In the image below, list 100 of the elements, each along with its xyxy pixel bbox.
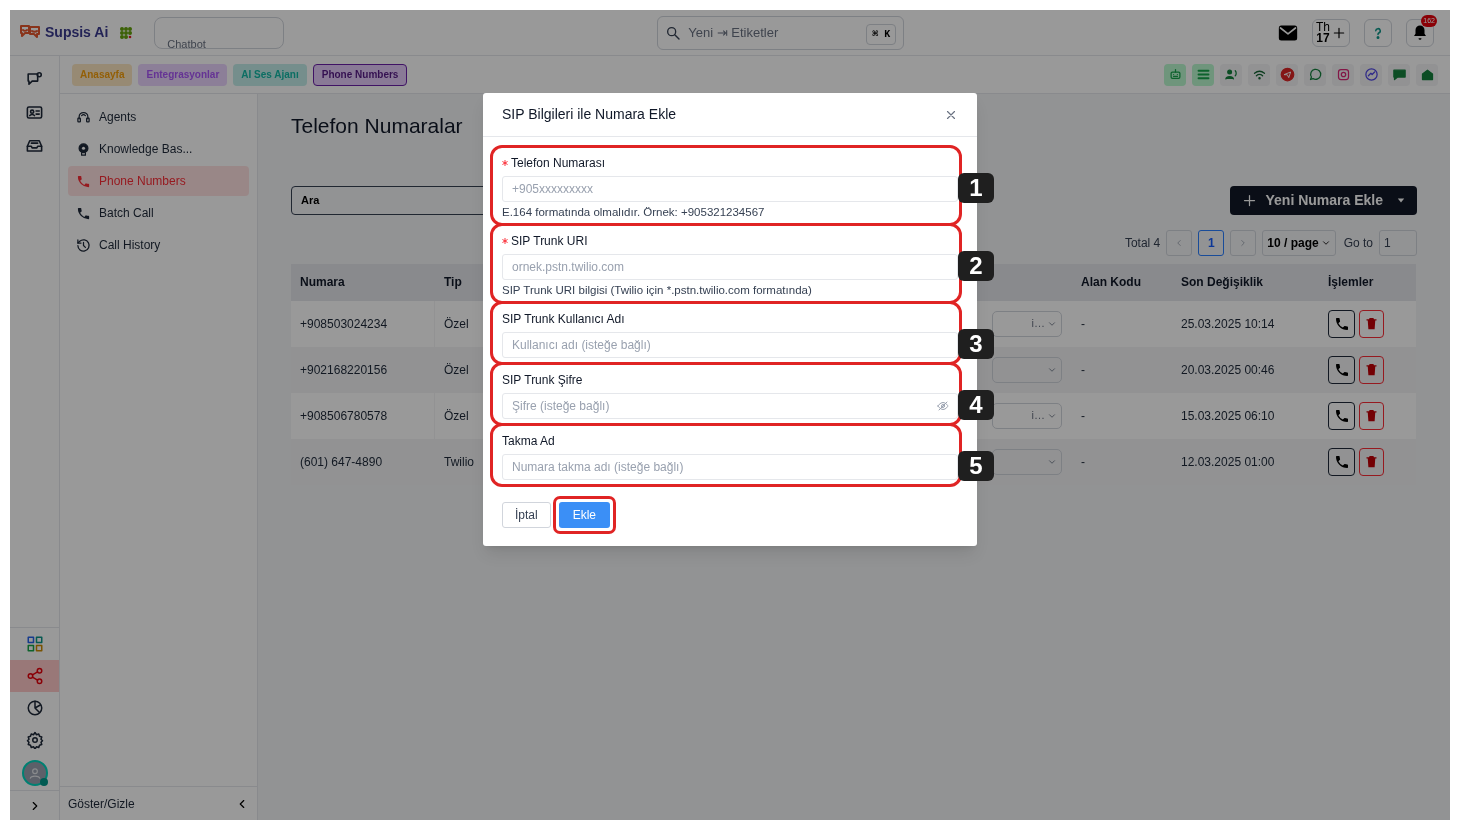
phone-icon bbox=[1333, 407, 1350, 424]
input-field[interactable]: +905xxxxxxxxx bbox=[502, 176, 958, 202]
robot-icon[interactable] bbox=[1167, 67, 1183, 82]
chat-bolt-icon[interactable] bbox=[1363, 67, 1379, 82]
page-button[interactable]: 1 bbox=[1198, 229, 1225, 256]
table-cell-text: 25.03.2025 10:14 bbox=[1180, 315, 1276, 333]
workspace-label: Chatbot bbox=[167, 37, 206, 48]
column-header: Son Değişiklik bbox=[1181, 274, 1264, 291]
add-button[interactable]: Ekle bbox=[558, 502, 611, 528]
trash-icon bbox=[1364, 408, 1379, 423]
step-number: 3 bbox=[958, 329, 994, 359]
phone-icon bbox=[1333, 453, 1350, 470]
table-cell-text: 20.03.2025 00:46 bbox=[1180, 361, 1276, 379]
table-cell-text: Özel bbox=[444, 407, 469, 425]
field-label: Takma Ad bbox=[502, 433, 555, 450]
table-cell-text: Twilio bbox=[444, 453, 474, 471]
caret-icon bbox=[1397, 196, 1405, 204]
plus-icon bbox=[1242, 192, 1258, 208]
sms-bubble-icon[interactable] bbox=[1391, 67, 1407, 82]
sidebar-item[interactable]: Agents bbox=[68, 102, 249, 132]
input-field[interactable]: ornek.pstn.twilio.com bbox=[502, 254, 958, 280]
password-field[interactable]: Şifre (isteğe bağlı) bbox=[502, 393, 958, 419]
camera-square-icon[interactable] bbox=[1335, 67, 1351, 82]
headset-icon bbox=[76, 109, 91, 125]
goto-label: Go to bbox=[1343, 234, 1373, 252]
table-cell-text: - bbox=[1080, 453, 1086, 471]
voice-user-icon[interactable] bbox=[1223, 67, 1239, 82]
phone-icon bbox=[1333, 361, 1350, 378]
user-avatar[interactable] bbox=[21, 760, 48, 786]
sidebar-item[interactable]: Batch Call bbox=[68, 198, 249, 228]
list-icon[interactable] bbox=[1195, 67, 1211, 82]
trash-icon bbox=[1364, 454, 1379, 469]
step-number: 2 bbox=[958, 251, 994, 281]
sidebar-item[interactable]: Phone Numbers bbox=[68, 166, 249, 196]
contact-card-icon[interactable] bbox=[25, 103, 44, 122]
eye-off-icon[interactable] bbox=[937, 400, 949, 412]
date-label: 17 bbox=[1316, 32, 1330, 44]
apps-grid-icon[interactable] bbox=[118, 24, 135, 41]
table-cell-text: - bbox=[1080, 407, 1086, 425]
input-field[interactable]: Numara takma adı (isteğe bağlı) bbox=[502, 454, 958, 480]
field-label: SIP Trunk URI bbox=[511, 233, 588, 250]
delete-button[interactable] bbox=[1359, 309, 1384, 338]
settings-icon bbox=[25, 731, 44, 749]
table-cell-text: 15.03.2025 06:10 bbox=[1180, 407, 1276, 425]
paper-plane-icon[interactable] bbox=[1279, 67, 1295, 82]
dialog-title: SIP Bilgileri ile Numara Ekle bbox=[502, 105, 677, 124]
page-title: Telefon Numaralar bbox=[291, 113, 463, 139]
call-button[interactable] bbox=[1328, 355, 1355, 384]
input-field[interactable]: Kullanıcı adı (isteğe bağlı) bbox=[502, 332, 958, 358]
help-button[interactable] bbox=[1364, 18, 1392, 47]
plus-icon bbox=[1332, 25, 1346, 40]
trash-icon bbox=[1364, 362, 1379, 377]
field-label: Telefon Numarası bbox=[511, 155, 606, 172]
table-cell-text: Özel bbox=[444, 315, 469, 333]
history-icon bbox=[76, 237, 91, 253]
step-number: 4 bbox=[958, 390, 994, 420]
phone-icon bbox=[76, 173, 91, 189]
column-header: Alan Kodu bbox=[1081, 274, 1141, 291]
step-number: 1 bbox=[958, 173, 994, 203]
shortcut-key: ⌘ K bbox=[866, 23, 897, 45]
head-bulb-icon bbox=[76, 141, 91, 157]
trash-icon bbox=[1364, 316, 1379, 331]
brand-logo[interactable]: Supsis Ai bbox=[18, 20, 109, 45]
field-help: SIP Trunk URI bilgisi (Twilio için *.pstn.twilio.com formatında) bbox=[502, 283, 813, 297]
workspace-selector[interactable]: Chatbot bbox=[154, 16, 285, 49]
delete-button[interactable] bbox=[1359, 401, 1384, 430]
call-button[interactable] bbox=[1328, 447, 1355, 476]
table-cell: +902168220156 bbox=[291, 346, 435, 393]
delete-button[interactable] bbox=[1359, 355, 1384, 384]
field-label: SIP Trunk Şifre bbox=[502, 372, 583, 389]
column-header: Tip bbox=[444, 274, 462, 291]
call-button[interactable] bbox=[1328, 309, 1355, 338]
table-cell: (601) 647-4890 bbox=[291, 438, 435, 485]
goto-field[interactable]: 1 bbox=[1379, 229, 1417, 256]
select-field[interactable]: i… bbox=[992, 310, 1062, 337]
table-cell: +908506780578 bbox=[291, 392, 435, 439]
table-cell-text: Özel bbox=[444, 361, 469, 379]
pie-chart-icon bbox=[25, 699, 44, 717]
sidebar-item[interactable]: Knowledge Bas... bbox=[68, 134, 249, 164]
table-cell-text: - bbox=[1080, 361, 1086, 379]
person-silhouette-icon bbox=[27, 766, 42, 780]
grid-icon bbox=[25, 635, 44, 653]
day-label: Th bbox=[1316, 21, 1330, 33]
phone-icon bbox=[76, 205, 91, 221]
call-button[interactable] bbox=[1328, 401, 1355, 430]
calendar-button[interactable]: Th 17 bbox=[1312, 18, 1350, 47]
bell-icon bbox=[1411, 23, 1429, 42]
field-label: SIP Trunk Kullanıcı Adı bbox=[502, 311, 625, 328]
phone-icon bbox=[1333, 315, 1350, 332]
select-field[interactable] bbox=[992, 356, 1062, 383]
total-count: Total 4 bbox=[1124, 234, 1161, 252]
add-number-button[interactable]: Yeni Numara Ekle bbox=[1230, 185, 1417, 215]
page-size-select[interactable]: 10 / page bbox=[1262, 229, 1336, 256]
delete-button[interactable] bbox=[1359, 447, 1384, 476]
cancel-button[interactable]: İptal bbox=[502, 502, 551, 528]
share-icon bbox=[25, 667, 44, 685]
table-cell-text: - bbox=[1080, 315, 1086, 333]
table-cell-text: 12.03.2025 01:00 bbox=[1180, 453, 1276, 471]
step-number: 5 bbox=[958, 451, 994, 481]
sidebar-item[interactable]: Call History bbox=[68, 230, 249, 260]
